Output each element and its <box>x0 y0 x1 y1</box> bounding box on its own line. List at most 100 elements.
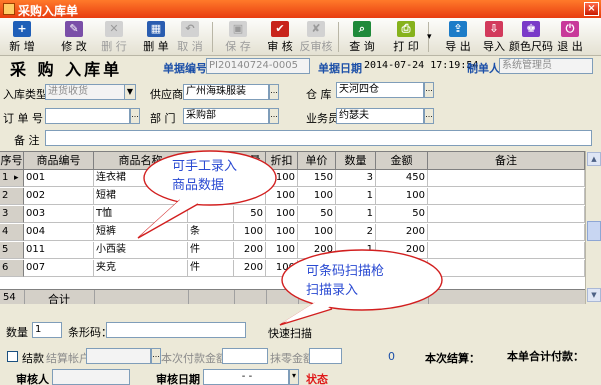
toolbar: + 新 增 ✎ 修 改 ✕ 删 行 ▦ 删 单 ↶ 取 消 ▣ 保 存 ✔ 审 核 ✘ 反审核 ⌕ 查 询 ⎙ 打 印… <box>0 18 601 56</box>
scroll-up-icon[interactable]: ▲ <box>587 152 601 166</box>
clerk-field[interactable]: 约瑟夫 <box>336 108 424 124</box>
approve-button[interactable]: ✔ 审 核 <box>262 20 298 54</box>
edit-button-label: 修 改 <box>61 40 87 53</box>
column-header[interactable]: 单价 <box>298 152 336 170</box>
paid-label: 本次付款金额 <box>161 352 227 365</box>
save-button[interactable]: ▣ 保 存 <box>220 20 256 54</box>
clerk-lookup-button[interactable]: ... <box>424 108 434 124</box>
dept-label: 部 门 <box>150 112 176 125</box>
column-header[interactable]: 备注 <box>428 152 585 170</box>
delete-row-button[interactable]: ✕ 删 行 <box>96 20 132 54</box>
grid-cell[interactable]: 50 <box>298 206 336 223</box>
cancel-button[interactable]: ↶ 取 消 <box>172 20 208 54</box>
grid-cell[interactable]: 450 <box>376 170 428 187</box>
import-button[interactable]: ⇩ 导入 <box>476 20 512 54</box>
dept-lookup-button[interactable]: ... <box>269 108 279 124</box>
edit-button[interactable]: ✎ 修 改 <box>56 20 92 54</box>
close-button[interactable]: × <box>584 2 599 16</box>
grid-cell[interactable] <box>428 242 585 259</box>
barcode-input[interactable] <box>106 322 246 338</box>
row-number: 2 <box>0 188 24 205</box>
creator-label: 制单人 <box>467 62 500 75</box>
qty-input[interactable]: 1 <box>32 322 62 338</box>
grid-cell[interactable] <box>428 170 585 187</box>
query-button[interactable]: ⌕ 查 询 <box>344 20 380 54</box>
grid-cell[interactable]: 003 <box>24 206 94 223</box>
printer-icon: ⎙ <box>397 21 415 37</box>
window-title: 采购入库单 <box>18 4 79 18</box>
grid-cell[interactable]: 件 <box>188 260 234 277</box>
grid-cell[interactable]: 004 <box>24 224 94 241</box>
account-field[interactable] <box>86 348 151 364</box>
account-lookup-button[interactable]: ... <box>151 348 161 364</box>
grid-cell[interactable] <box>428 260 585 277</box>
toolbar-separator <box>212 22 213 52</box>
grid-cell[interactable]: 150 <box>298 170 336 187</box>
grid-cell[interactable]: 100 <box>298 224 336 241</box>
column-header[interactable]: 数量 <box>336 152 376 170</box>
grid-cell[interactable]: 夹克 <box>94 260 188 277</box>
print-dropdown-icon[interactable]: ▾ <box>427 32 432 42</box>
grid-cell[interactable]: 100 <box>376 188 428 205</box>
undo-icon: ↶ <box>181 21 199 37</box>
grid-scrollbar[interactable]: ▲ ▼ <box>585 151 601 304</box>
grid-cell[interactable]: 3 <box>336 170 376 187</box>
unapprove-button[interactable]: ✘ 反审核 <box>298 20 334 54</box>
settle-checkbox[interactable] <box>7 351 18 362</box>
order-no-field[interactable] <box>45 108 130 124</box>
unapprove-button-label: 反审核 <box>299 40 333 53</box>
plus-icon: + <box>13 21 31 37</box>
creator-field: 系统管理员 <box>499 58 593 74</box>
warehouse-lookup-button[interactable]: ... <box>424 82 434 98</box>
export-button[interactable]: ⇪ 导 出 <box>440 20 476 54</box>
print-button[interactable]: ⎙ 打 印 <box>388 20 424 54</box>
unapprove-icon: ✘ <box>307 21 325 37</box>
qty-label: 数量 <box>6 326 28 339</box>
clerk-label: 业务员 <box>306 112 339 125</box>
discount-label: 抹零金额 <box>270 352 314 365</box>
dept-field[interactable]: 采购部 <box>183 108 269 124</box>
grid-cell[interactable]: 002 <box>24 188 94 205</box>
grid-cell[interactable]: 001 <box>24 170 94 187</box>
callout-manual-line1: 可手工录入 <box>172 159 238 174</box>
exit-button[interactable]: ⏻ 退 出 <box>552 20 588 54</box>
quick-scan-button[interactable]: 快速扫描 <box>268 325 312 341</box>
remark-field[interactable] <box>45 130 592 146</box>
grid-cell[interactable]: 011 <box>24 242 94 259</box>
supplier-lookup-button[interactable]: ... <box>269 84 279 100</box>
supplier-field[interactable]: 广州海珠服装 <box>183 84 269 100</box>
scroll-thumb[interactable] <box>587 221 601 241</box>
grid-cell[interactable]: 2 <box>336 224 376 241</box>
grid-cell[interactable]: 50 <box>376 206 428 223</box>
grid-cell[interactable] <box>428 224 585 241</box>
search-icon: ⌕ <box>353 21 371 37</box>
stock-type-select[interactable]: 进货收货 <box>45 84 125 100</box>
doc-date-label: 单据日期 <box>318 62 362 75</box>
delete-doc-button[interactable]: ▦ 删 单 <box>138 20 174 54</box>
grid-cell[interactable]: 100 <box>298 188 336 205</box>
order-lookup-button[interactable]: ... <box>130 108 140 124</box>
audit-date-field[interactable]: - - <box>203 369 289 385</box>
warehouse-field[interactable]: 天河四仓 <box>336 82 424 98</box>
grid-cell[interactable]: 007 <box>24 260 94 277</box>
column-header[interactable]: 商品编号 <box>24 152 94 170</box>
calendar-icon[interactable]: ▾ <box>289 369 299 385</box>
column-header[interactable]: 金额 <box>376 152 428 170</box>
chevron-down-icon[interactable]: ▼ <box>124 84 136 100</box>
print-button-label: 打 印 <box>393 40 419 53</box>
grid-cell[interactable]: 200 <box>376 224 428 241</box>
new-button[interactable]: + 新 增 <box>4 20 40 54</box>
color-size-button[interactable]: ♚ 颜色尺码 <box>508 20 554 54</box>
grid-cell[interactable] <box>428 188 585 205</box>
grid-cell[interactable]: 200 <box>234 260 266 277</box>
column-header[interactable]: 序号 <box>0 152 24 170</box>
supplier-label: 供应商 <box>150 88 183 101</box>
scroll-down-icon[interactable]: ▼ <box>587 288 601 302</box>
discount-input[interactable] <box>309 348 342 364</box>
grid-cell[interactable]: 1 <box>336 206 376 223</box>
approve-button-label: 审 核 <box>267 40 293 53</box>
grid-cell[interactable]: 1 <box>336 188 376 205</box>
grid-cell[interactable] <box>428 206 585 223</box>
paid-input[interactable] <box>222 348 268 364</box>
total-row-divider <box>24 290 25 304</box>
